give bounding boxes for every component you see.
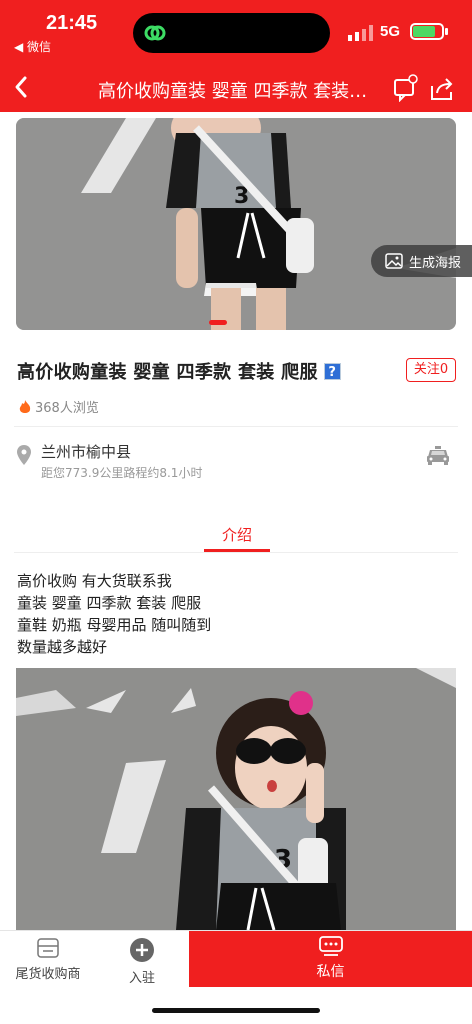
nav-title: 高价收购童装 婴童 四季款 套装… <box>98 81 368 102</box>
share-icon[interactable] <box>428 76 456 102</box>
header: 21:45 ◀ 微信 5G 高价收购童装 婴童 四季款 套装… <box>0 0 472 112</box>
plus-icon <box>130 938 154 962</box>
battery-icon <box>410 23 444 40</box>
location-pin-icon <box>17 445 31 465</box>
back-to-wechat-link[interactable]: ◀ 微信 <box>14 38 51 55</box>
fire-icon <box>19 399 31 413</box>
battery-cap <box>445 28 448 35</box>
generate-poster-button[interactable]: 生成海报 <box>371 245 472 277</box>
description-line: 童装 婴童 四季款 套装 爬服 <box>17 594 202 612</box>
dynamic-island <box>133 13 330 53</box>
store-icon <box>37 938 59 958</box>
shop-button[interactable]: 尾货收购商 <box>8 937 88 982</box>
chat-icon <box>318 936 343 956</box>
product-photo: 3 <box>16 118 456 330</box>
follow-button[interactable]: 关注0 <box>406 358 456 382</box>
description-line: 数量越多越好 <box>17 638 108 656</box>
views-count: 368人浏览 <box>35 401 99 416</box>
description: 高价收购 有大货联系我 童装 婴童 四季款 套装 爬服 童鞋 奶瓶 母婴用品 随… <box>17 570 211 658</box>
join-label: 入驻 <box>128 971 155 986</box>
back-button[interactable] <box>8 72 36 102</box>
service-icon[interactable] <box>392 74 420 102</box>
help-badge[interactable]: ? <box>323 362 341 380</box>
signal-icon <box>348 25 373 41</box>
network-type: 5G <box>380 23 401 40</box>
link-icon <box>144 25 166 41</box>
shop-label: 尾货收购商 <box>15 967 81 982</box>
description-line: 童鞋 奶瓶 母婴用品 随叫随到 <box>17 616 212 634</box>
divider <box>14 426 458 427</box>
home-indicator <box>152 1008 320 1013</box>
product-image-carousel[interactable]: 3 <box>16 118 456 330</box>
status-time: 21:45 <box>46 12 98 34</box>
generate-poster-label: 生成海报 <box>409 255 462 271</box>
location-distance: 距您773.9公里路程约8.1小时 <box>41 466 203 480</box>
description-line: 高价收购 有大货联系我 <box>17 572 172 590</box>
image-icon <box>385 253 403 269</box>
message-button[interactable]: 私信 <box>189 931 472 987</box>
message-label: 私信 <box>316 964 345 980</box>
detail-photo[interactable]: 3 <box>16 668 456 930</box>
divider <box>14 552 458 553</box>
join-button[interactable]: 入驻 <box>104 937 180 986</box>
views-row: 368人浏览 <box>18 397 99 416</box>
product-title: 高价收购童装 婴童 四季款 套装 爬服 <box>17 362 318 383</box>
product-photo: 3 <box>16 668 456 930</box>
tab-intro[interactable]: 介绍 <box>204 524 270 545</box>
carousel-indicator <box>209 320 227 325</box>
taxi-icon[interactable] <box>426 446 450 466</box>
location-name[interactable]: 兰州市榆中县 <box>41 441 131 462</box>
product-title-row: 高价收购童装 婴童 四季款 套装 爬服 ? <box>17 358 341 384</box>
